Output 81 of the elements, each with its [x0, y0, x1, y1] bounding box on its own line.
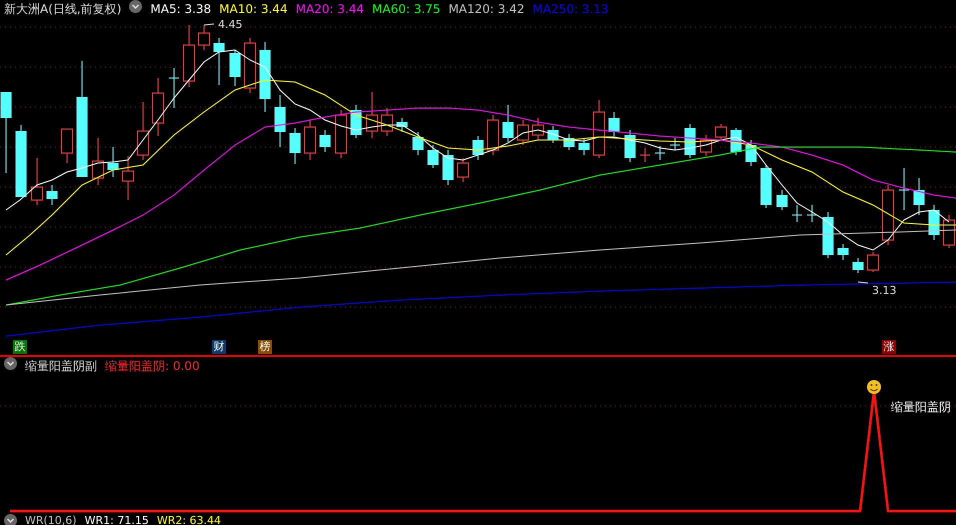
candlestick [122, 156, 134, 200]
candlestick [593, 100, 605, 158]
candlestick [838, 244, 848, 260]
candlestick [564, 134, 574, 150]
candlestick [457, 158, 469, 182]
candlestick [198, 24, 210, 50]
high-price-label: 4.45 [218, 18, 242, 31]
candlestick [624, 130, 636, 162]
candlestick [274, 94, 286, 148]
candlestick [366, 92, 378, 138]
candlestick [183, 24, 195, 88]
candlestick [776, 190, 788, 210]
moving-average-value: MA120: 3.42 [448, 1, 524, 18]
candlestick [428, 144, 438, 168]
candlestick [898, 168, 910, 210]
candlestick [108, 146, 118, 178]
dropdown-icon[interactable] [4, 514, 17, 525]
candlestick [852, 258, 864, 274]
indicator-title: 缩量阳盖阴副 [25, 358, 97, 375]
moving-average-value: MA20: 3.44 [296, 1, 364, 18]
candlestick [487, 114, 499, 156]
indicator-value: 缩量阳盖阴: 0.00 [105, 358, 200, 375]
candlestick [381, 108, 393, 136]
candlestick [806, 204, 818, 222]
candlestick [46, 184, 58, 206]
indicator-value: WR2: 63.44 [156, 514, 222, 525]
candlestick [943, 214, 955, 248]
candlestick [715, 124, 727, 140]
candlestick [548, 126, 558, 144]
candlestick [230, 50, 240, 86]
moving-average-value: MA60: 3.75 [372, 1, 440, 18]
candlestick [608, 112, 620, 136]
event-marker[interactable]: 榜 [258, 340, 272, 354]
candlestick [472, 136, 484, 160]
candlestick [578, 138, 590, 156]
candlestick [640, 148, 650, 162]
candlestick [137, 102, 149, 160]
candlestick [412, 132, 424, 156]
leader-line [858, 282, 868, 284]
candlestick [867, 252, 879, 272]
candlestick [882, 184, 894, 246]
candlestick [517, 120, 529, 146]
candlestick [244, 38, 256, 94]
candlestick [290, 128, 300, 164]
moving-average-value: MA10: 3.44 [219, 1, 288, 18]
event-marker[interactable]: 财 [212, 340, 226, 354]
signal-label: 缩量阳盖阴 [891, 400, 951, 414]
candlestick [260, 42, 270, 112]
candlestick [502, 104, 514, 142]
candlestick [746, 140, 756, 166]
candlestick [442, 150, 454, 186]
event-marker[interactable]: 跌 [13, 340, 27, 354]
candlestick [396, 118, 408, 132]
dropdown-icon[interactable] [4, 357, 17, 370]
candlestick [320, 130, 330, 152]
low-price-label: 3.13 [872, 284, 896, 297]
candlestick [792, 204, 802, 222]
candlestick [654, 146, 666, 160]
event-marker[interactable]: 涨 [882, 340, 896, 354]
stock-title: 新大洲A(日线,前复权) [4, 1, 122, 18]
candlestick [670, 138, 680, 150]
candlestick [700, 134, 712, 156]
indicator-value: WR1: 71.15 [84, 514, 149, 525]
candlestick [152, 78, 164, 136]
candlestick [532, 118, 544, 140]
candlestick [214, 38, 224, 86]
smiley-icon [867, 380, 881, 394]
candlestick [304, 120, 316, 160]
candlestick [928, 204, 940, 240]
candlestick [335, 110, 347, 158]
candlestick [760, 164, 772, 208]
candlestick [914, 178, 924, 216]
candlestick [92, 138, 104, 186]
candlestick [168, 68, 180, 108]
dropdown-icon[interactable] [129, 0, 142, 13]
moving-average-value: MA5: 3.38 [150, 1, 212, 18]
candlestick [822, 212, 834, 258]
leader-line [204, 24, 214, 26]
candlestick [61, 128, 73, 164]
candlestick [31, 158, 43, 206]
moving-average-value: MA250: 3.13 [532, 1, 609, 18]
